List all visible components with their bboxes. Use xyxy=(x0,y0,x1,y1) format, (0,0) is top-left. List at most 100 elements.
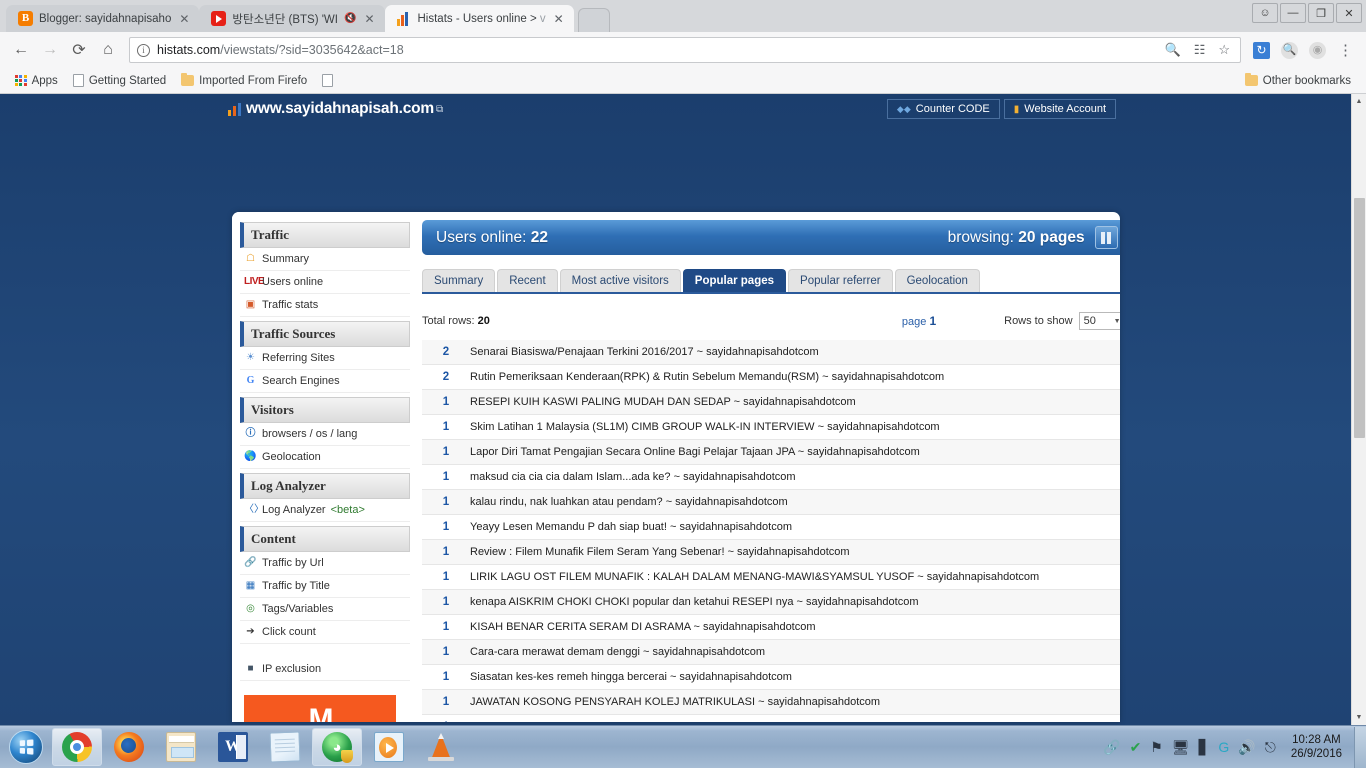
row-title[interactable]: KISAH BENAR CERITA SERAM DI ASRAMA ~ say… xyxy=(470,621,816,633)
row-title[interactable]: Siasatan kes-kes remeh hingga bercerai ~… xyxy=(470,671,792,683)
link-icon[interactable]: 🔗 xyxy=(1103,739,1120,756)
scrollbar-thumb[interactable] xyxy=(1354,198,1365,438)
tab-geolocation[interactable]: Geolocation xyxy=(894,269,980,292)
tab-summary[interactable]: Summary xyxy=(422,269,496,292)
forward-icon[interactable]: → xyxy=(37,37,63,63)
table-row[interactable]: 2 Rutin Pemeriksaan Kenderaan(RPK) & Ruti… xyxy=(422,365,1120,390)
row-title[interactable]: kalau rindu, nak luahkan atau pendam? ~ … xyxy=(470,496,788,508)
bookmark-imported-firefox[interactable]: Imported From Firefo xyxy=(175,72,313,89)
sidebar-item-users-online[interactable]: LIVE Users online xyxy=(240,271,410,294)
website-account-button[interactable]: ▮ Website Account xyxy=(1003,99,1116,119)
sidebar-item-summary[interactable]: ☖ Summary xyxy=(240,248,410,271)
profile-icon[interactable]: ☺ xyxy=(1252,3,1278,23)
minimize-button[interactable]: — xyxy=(1280,3,1306,23)
sidebar-item-tags-variables[interactable]: ◎ Tags/Variables xyxy=(240,598,410,621)
address-bar[interactable]: i histats.com/viewstats/?sid=3035642&act… xyxy=(129,37,1241,63)
taskbar-chrome[interactable] xyxy=(52,728,102,766)
row-title[interactable]: Cara-cara merawat demam denggi ~ sayidah… xyxy=(470,646,765,658)
row-title[interactable]: Review : Filem Munafik Filem Seram Yang … xyxy=(470,546,850,558)
table-row[interactable]: 1 JAWATAN KOSONG PENSYARAH KOLEJ MATRIKUL… xyxy=(422,690,1120,715)
home-icon[interactable]: ⌂ xyxy=(95,37,121,63)
taskbar-file-explorer[interactable] xyxy=(156,728,206,766)
taskbar-notepad[interactable] xyxy=(260,728,310,766)
green-check-icon[interactable]: ✔ xyxy=(1130,739,1142,756)
volume-icon[interactable]: 🔊 xyxy=(1238,739,1255,756)
tab-recent[interactable]: Recent xyxy=(497,269,558,292)
row-title[interactable]: LIRIK LAGU OST FILEM MUNAFIK : KALAH DAL… xyxy=(470,571,1039,583)
table-row[interactable]: 1 kenapa AISKRIM CHOKI CHOKI popular dan … xyxy=(422,590,1120,615)
bookmark-untitled[interactable] xyxy=(316,72,339,89)
table-row[interactable]: 1 Skim Latihan 1 Malaysia (SL1M) CIMB GRO… xyxy=(422,415,1120,440)
mute-icon[interactable]: 🔇 xyxy=(344,13,356,24)
taskbar-media-player[interactable] xyxy=(364,728,414,766)
sidebar-item-click-count[interactable]: ➔ Click count xyxy=(240,621,410,644)
table-row[interactable]: 1 maksud cia cia cia dalam Islam...ada ke… xyxy=(422,465,1120,490)
table-row[interactable]: 1 RESEPI KUIH KASWI PALING MUDAH DAN SEDA… xyxy=(422,390,1120,415)
row-title[interactable]: maksud cia cia cia dalam Islam...ada ke?… xyxy=(470,471,796,483)
browser-tab-blogger[interactable]: B Blogger: sayidahnapisaho ✕ xyxy=(6,5,200,32)
back-icon[interactable]: ← xyxy=(8,37,34,63)
page-scrollbar[interactable]: ▲ ▼ xyxy=(1351,94,1366,725)
start-button[interactable] xyxy=(2,728,50,766)
taskbar-vlc[interactable] xyxy=(416,728,466,766)
row-title[interactable]: Rutin Pemeriksaan Kenderaan(RPK) & Rutin… xyxy=(470,371,944,383)
maximize-button[interactable]: ❐ xyxy=(1308,3,1334,23)
sidebar-item-traffic-by-title[interactable]: ▦ Traffic by Title xyxy=(240,575,410,598)
table-row[interactable]: 1 KISAH BENAR CERITA SERAM DI ASRAMA ~ sa… xyxy=(422,615,1120,640)
extension-icon-3[interactable]: ◉ xyxy=(1309,41,1326,59)
row-title[interactable]: Skim Latihan 1 Malaysia (SL1M) CIMB GROU… xyxy=(470,421,940,433)
show-desktop-button[interactable] xyxy=(1354,726,1366,768)
grammarly-icon[interactable]: G xyxy=(1218,739,1229,755)
row-title[interactable]: RESEPI KUIH KASWI PALING MUDAH DAN SEDAP… xyxy=(470,396,856,408)
sidebar-item-search-engines[interactable]: G Search Engines xyxy=(240,370,410,393)
taskbar-word[interactable]: W xyxy=(208,728,258,766)
table-row[interactable]: 1 Review : Filem Munafik Filem Seram Yang… xyxy=(422,540,1120,565)
bookmark-getting-started[interactable]: Getting Started xyxy=(67,72,172,89)
scroll-down-icon[interactable]: ▼ xyxy=(1352,710,1366,725)
row-title[interactable]: Senarai Biasiswa/Penajaan Terkini 2016/2… xyxy=(470,346,819,358)
close-icon[interactable]: ✕ xyxy=(552,13,566,25)
table-row[interactable]: 1 Siasatan kes-kes remeh hingga bercerai … xyxy=(422,665,1120,690)
extension-icon-1[interactable] xyxy=(1253,41,1270,59)
row-title[interactable]: JAWATAN KOSONG PENSYARAH KOLEJ MATRIKULA… xyxy=(470,696,880,708)
reload-icon[interactable]: ⟳ xyxy=(66,37,92,63)
bookmark-apps[interactable]: Apps xyxy=(9,73,64,89)
sidebar-item-geolocation[interactable]: 🌎 Geolocation xyxy=(240,446,410,469)
battery-icon[interactable]: ▋ xyxy=(1199,739,1210,756)
sidebar-item-browsers-os-lang[interactable]: ⓘ browsers / os / lang xyxy=(240,423,410,446)
taskbar-wifi-manager[interactable]: ◕ xyxy=(312,728,362,766)
ad-banner-get-more-shares[interactable]: M GET MORE SHARES ON FACEBOOK & TWITTER xyxy=(244,695,396,722)
close-icon[interactable]: ✕ xyxy=(362,13,376,25)
table-row[interactable]: 2 Senarai Biasiswa/Penajaan Terkini 2016/… xyxy=(422,340,1120,365)
tab-popular-referrer[interactable]: Popular referrer xyxy=(788,269,893,292)
browser-tab-youtube[interactable]: 방탄소년단 (BTS) 'WI 🔇 ✕ xyxy=(199,5,385,32)
sidebar-item-log-analyzer[interactable]: 〈〉 Log Analyzer <beta> xyxy=(240,499,410,522)
sidebar-item-traffic-by-url[interactable]: 🔗 Traffic by Url xyxy=(240,552,410,575)
table-row[interactable]: 1 Cara-cara merawat demam denggi ~ sayida… xyxy=(422,640,1120,665)
row-title[interactable]: Rutin Pemeriksaan Kenderaan(RPK) & Rutin… xyxy=(470,721,944,722)
chrome-menu-icon[interactable]: ⋮ xyxy=(1333,41,1358,59)
table-row[interactable]: 1 Yeayy Lesen Memandu P dah siap buat! ~ … xyxy=(422,515,1120,540)
table-row[interactable]: 1 Lapor Diri Tamat Pengajian Secara Onlin… xyxy=(422,440,1120,465)
row-title[interactable]: Lapor Diri Tamat Pengajian Secara Online… xyxy=(470,446,920,458)
tab-popular-pages[interactable]: Popular pages xyxy=(682,269,787,292)
extension-icon-2[interactable]: 🔍 xyxy=(1281,41,1298,59)
rows-to-show-select[interactable]: 50 ▼ xyxy=(1078,312,1120,330)
page-indicator[interactable]: page 1 xyxy=(902,314,936,328)
antivirus-icon[interactable]: ⚑ xyxy=(1150,739,1163,756)
clock[interactable]: 10:28 AM 26/9/2016 xyxy=(1285,733,1348,762)
table-row[interactable]: 1 LIRIK LAGU OST FILEM MUNAFIK : KALAH DA… xyxy=(422,565,1120,590)
row-title[interactable]: kenapa AISKRIM CHOKI CHOKI popular dan k… xyxy=(470,596,919,608)
external-link-icon[interactable]: ⧉ xyxy=(436,104,443,115)
other-bookmarks[interactable]: Other bookmarks xyxy=(1239,72,1357,89)
counter-code-button[interactable]: ◆◆ Counter CODE xyxy=(886,99,1000,119)
table-row[interactable]: 1Rutin Pemeriksaan Kenderaan(RPK) & Ruti… xyxy=(422,715,1120,722)
translate-icon[interactable]: ☷ xyxy=(1191,42,1209,58)
row-title[interactable]: Yeayy Lesen Memandu P dah siap buat! ~ s… xyxy=(470,521,792,533)
site-info-icon[interactable]: i xyxy=(137,43,150,57)
pause-icon[interactable] xyxy=(1094,226,1118,249)
zoom-out-icon[interactable]: 🔍 xyxy=(1162,42,1184,58)
taskbar-firefox[interactable] xyxy=(104,728,154,766)
bookmark-star-icon[interactable]: ☆ xyxy=(1215,42,1233,58)
network-icon[interactable]: 🖥 xyxy=(1172,739,1190,756)
